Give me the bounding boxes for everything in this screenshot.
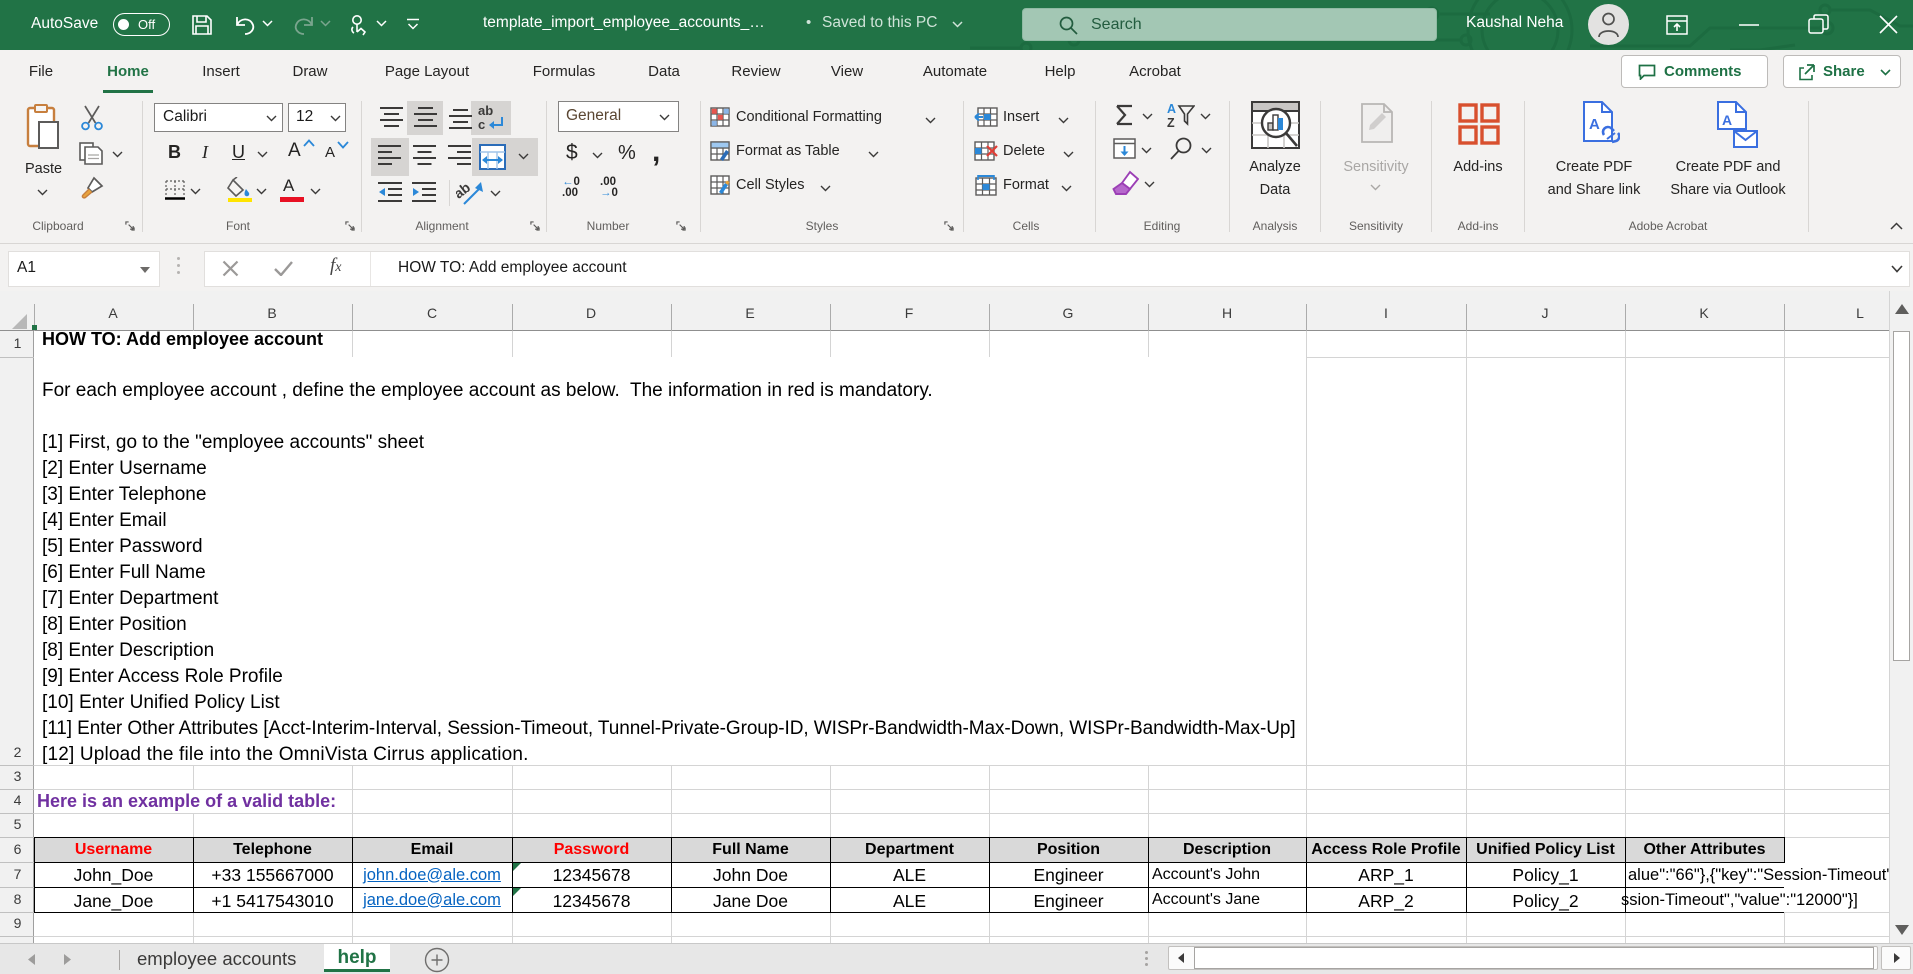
svg-text:Z: Z [1167,116,1175,128]
svg-text:A: A [1722,112,1732,128]
svg-text:A: A [1167,102,1176,116]
svg-text:A: A [1589,116,1600,133]
svg-text:ab: ab [478,103,493,118]
svg-text:c: c [478,117,485,132]
